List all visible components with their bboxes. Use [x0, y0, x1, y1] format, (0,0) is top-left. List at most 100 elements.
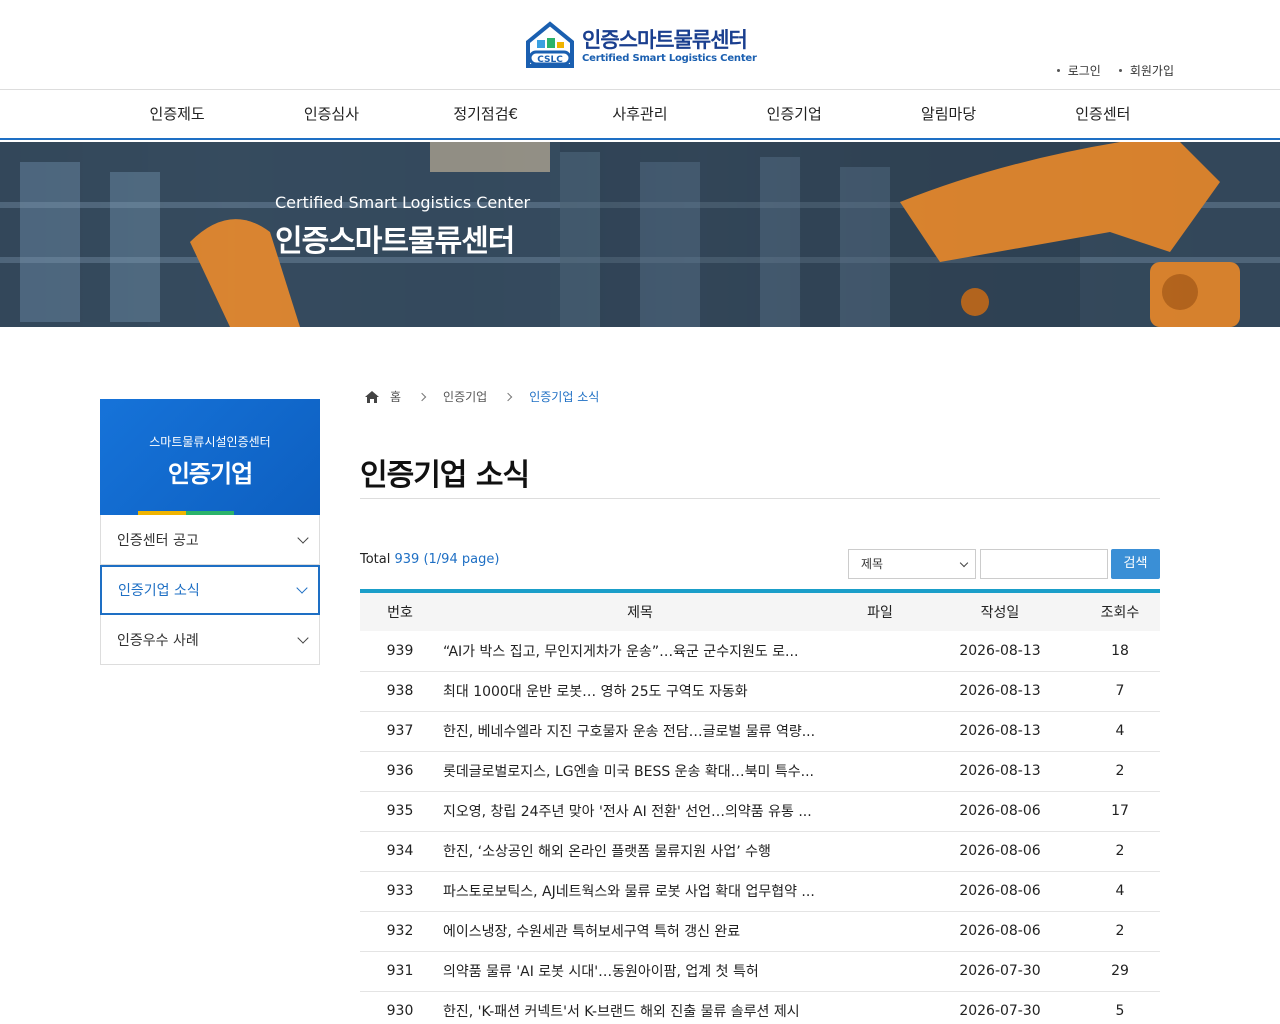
sidebar-title: 인증기업 — [167, 460, 253, 488]
login-link[interactable]: 로그인 — [1056, 62, 1101, 79]
search-input[interactable] — [980, 549, 1108, 579]
row-views: 2 — [1080, 911, 1160, 952]
row-num: 937 — [360, 711, 440, 752]
row-views: 17 — [1080, 791, 1160, 832]
chevron-down-icon — [959, 558, 969, 568]
row-file — [840, 991, 920, 1024]
row-file — [840, 711, 920, 752]
table-row[interactable]: 935 지오영, 창립 24주년 맞아 '전사 AI 전환' 선언…의약품 유통 … — [360, 791, 1160, 832]
row-date: 2026-07-30 — [920, 951, 1080, 992]
main-navigation: 인증제도 인증심사 정기점검€ 사후관리 인증기업 알림마당 인증센터 — [0, 91, 1280, 140]
column-header-number: 번호 — [387, 605, 413, 621]
row-subject[interactable]: 한진, 베네수엘라 지진 구호물자 운송 전담…글로벌 물류 역량... — [440, 711, 840, 752]
utility-links: 로그인 회원가입 — [1056, 62, 1174, 79]
table-row[interactable]: 932 에이스냉장, 수원세관 특허보세구역 특허 갱신 완료 2026-08-06… — [360, 911, 1160, 952]
breadcrumb-current[interactable]: 인증기업 소식 — [529, 388, 599, 405]
row-num: 930 — [360, 991, 440, 1024]
bullet-icon — [1118, 69, 1122, 72]
chevron-right-icon — [417, 392, 427, 401]
bullet-icon — [1056, 69, 1060, 72]
breadcrumb-home[interactable]: 홈 — [390, 388, 401, 405]
site-logo[interactable]: CSLC 인증스마트물류센터 Certified Smart Logistics… — [524, 18, 764, 74]
row-subject[interactable]: 최대 1000대 운반 로봇… 영하 25도 구역도 자동화 — [440, 671, 840, 712]
row-date: 2026-08-13 — [920, 711, 1080, 752]
row-date: 2026-08-06 — [920, 791, 1080, 832]
row-subject[interactable]: 롯데글로벌로지스, LG엔솔 미국 BESS 운송 확대…북미 특수... — [440, 751, 840, 792]
row-num: 935 — [360, 791, 440, 832]
sidebar-item-best-practice[interactable]: 인증우수 사례 — [100, 615, 320, 665]
row-views: 29 — [1080, 951, 1160, 992]
nav-item[interactable]: 알림마당 — [871, 91, 1025, 138]
row-file — [840, 751, 920, 792]
hero-banner: Certified Smart Logistics Center 인증스마트물류… — [0, 142, 1280, 327]
row-num: 936 — [360, 751, 440, 792]
row-date: 2026-08-06 — [920, 871, 1080, 912]
row-date: 2026-08-13 — [920, 671, 1080, 712]
breadcrumb: 홈 인증기업 인증기업 소식 — [364, 388, 599, 405]
svg-text:CSLC: CSLC — [537, 55, 563, 65]
row-num: 932 — [360, 911, 440, 952]
row-file — [840, 831, 920, 872]
row-views: 7 — [1080, 671, 1160, 712]
nav-item[interactable]: 인증기업 — [717, 91, 871, 138]
row-views: 2 — [1080, 831, 1160, 872]
table-row[interactable]: 939 “AI가 박스 집고, 무인지게차가 운송”…육군 군수지원도 로... 2… — [360, 631, 1160, 672]
search-field-select[interactable]: 제목 — [848, 549, 976, 579]
sidebar-subtitle: 스마트물류시설인증센터 — [149, 435, 271, 449]
table-row[interactable]: 938 최대 1000대 운반 로봇… 영하 25도 구역도 자동화 2026-08… — [360, 671, 1160, 712]
chevron-down-icon — [297, 531, 309, 544]
row-file — [840, 791, 920, 832]
chevron-down-icon — [297, 631, 309, 644]
nav-item[interactable]: 정기점검€ — [409, 91, 563, 138]
breadcrumb-level1[interactable]: 인증기업 — [443, 388, 487, 405]
row-file — [840, 951, 920, 992]
table-row[interactable]: 931 의약품 물류 'AI 로봇 시대'…동원아이팜, 업계 첫 특허 2026-… — [360, 951, 1160, 992]
row-subject[interactable]: 의약품 물류 'AI 로봇 시대'…동원아이팜, 업계 첫 특허 — [440, 951, 840, 992]
row-subject[interactable]: 지오영, 창립 24주년 맞아 '전사 AI 전환' 선언…의약품 유통 ... — [440, 791, 840, 832]
row-subject[interactable]: 파스토로보틱스, AJ네트웍스와 물류 로봇 사업 확대 업무협약 ... — [440, 871, 840, 912]
warehouse-background-image — [0, 142, 1280, 327]
banner-subtitle: Certified Smart Logistics Center — [275, 193, 531, 212]
row-date: 2026-08-13 — [920, 631, 1080, 672]
logo-title: 인증스마트물류센터 — [582, 27, 748, 52]
search-button[interactable]: 검색 — [1111, 549, 1160, 579]
home-icon[interactable] — [364, 390, 380, 404]
row-subject[interactable]: 한진, 'K-패션 커넥트'서 K-브랜드 해외 진출 물류 솔루션 제시 — [440, 991, 840, 1024]
table-row[interactable]: 936 롯데글로벌로지스, LG엔솔 미국 BESS 운송 확대…북미 특수...… — [360, 751, 1160, 792]
table-row[interactable]: 937 한진, 베네수엘라 지진 구호물자 운송 전담…글로벌 물류 역량... 2… — [360, 711, 1160, 752]
row-file — [840, 631, 920, 672]
nav-item[interactable]: 인증제도 — [100, 91, 254, 138]
signup-link[interactable]: 회원가입 — [1118, 62, 1174, 79]
row-num: 931 — [360, 951, 440, 992]
table-row[interactable]: 930 한진, 'K-패션 커넥트'서 K-브랜드 해외 진출 물류 솔루션 제시… — [360, 991, 1160, 1024]
sidebar-header: 스마트물류시설인증센터 인증기업 — [100, 399, 320, 515]
row-date: 2026-08-06 — [920, 831, 1080, 872]
nav-item[interactable]: 인증심사 — [254, 91, 408, 138]
sidebar-item-notice[interactable]: 인증센터 공고 — [100, 515, 320, 565]
news-table: 번호 제목 파일 작성일 조회수 939 “AI가 박스 집고, 무인지게차가 운… — [360, 589, 1160, 1024]
site-header: CSLC 인증스마트물류센터 Certified Smart Logistics… — [0, 0, 1280, 90]
nav-item[interactable]: 사후관리 — [563, 91, 717, 138]
row-file — [840, 671, 920, 712]
row-subject[interactable]: “AI가 박스 집고, 무인지게차가 운송”…육군 군수지원도 로... — [440, 631, 840, 672]
banner-title: 인증스마트물류센터 — [275, 224, 515, 259]
row-num: 939 — [360, 631, 440, 672]
total-count: Total 939 (1/94 page) — [360, 552, 500, 567]
logo-subtitle: Certified Smart Logistics Center — [582, 52, 757, 64]
table-row[interactable]: 933 파스토로보틱스, AJ네트웍스와 물류 로봇 사업 확대 업무협약 ...… — [360, 871, 1160, 912]
column-header-views: 조회수 — [1100, 605, 1140, 621]
table-row[interactable]: 934 한진, ‘소상공인 해외 온라인 플랫폼 물류지원 사업’ 수행 2026-… — [360, 831, 1160, 872]
column-header-subject: 제목 — [627, 605, 653, 621]
row-subject[interactable]: 에이스냉장, 수원세관 특허보세구역 특허 갱신 완료 — [440, 911, 840, 952]
row-views: 4 — [1080, 871, 1160, 912]
row-subject[interactable]: 한진, ‘소상공인 해외 온라인 플랫폼 물류지원 사업’ 수행 — [440, 831, 840, 872]
row-file — [840, 871, 920, 912]
row-num: 938 — [360, 671, 440, 712]
row-date: 2026-07-30 — [920, 991, 1080, 1024]
sidebar-item-company-news[interactable]: 인증기업 소식 — [100, 565, 320, 615]
row-views: 18 — [1080, 631, 1160, 672]
row-views: 2 — [1080, 751, 1160, 792]
nav-item[interactable]: 인증센터 — [1026, 91, 1180, 138]
table-header-row: 번호 제목 파일 작성일 조회수 — [360, 591, 1160, 631]
row-date: 2026-08-13 — [920, 751, 1080, 792]
